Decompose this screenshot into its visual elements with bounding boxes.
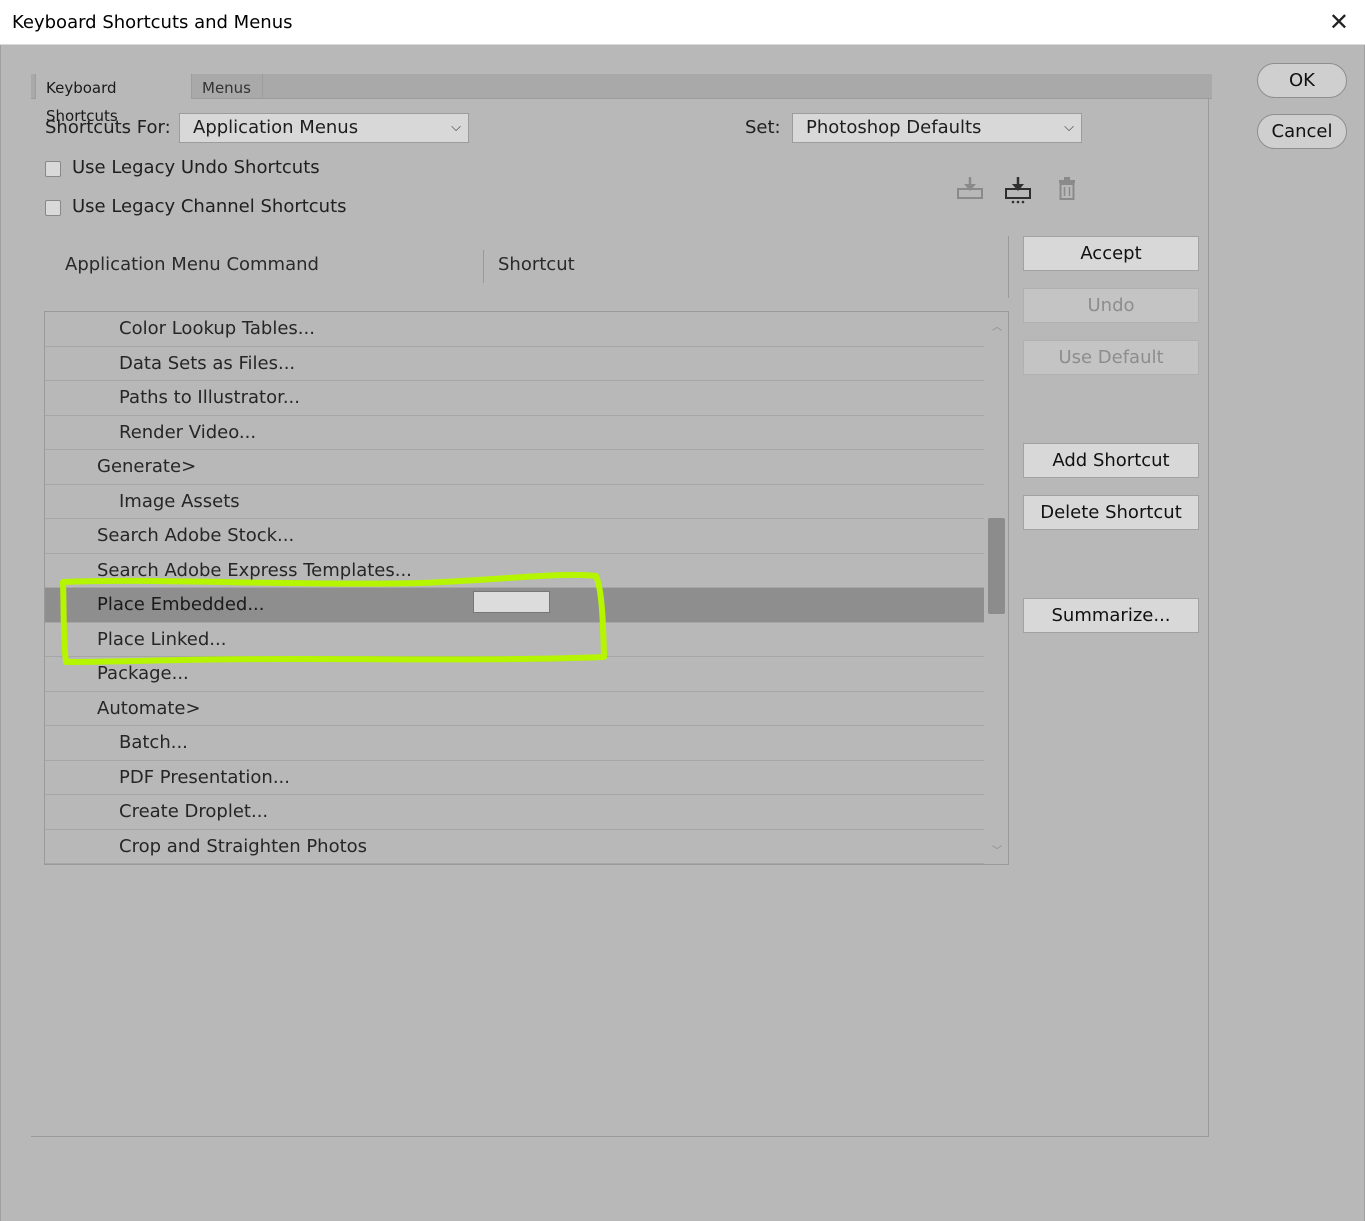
shortcuts-for-label: Shortcuts For: [45,117,171,138]
column-header-shortcut[interactable]: Shortcut [498,254,575,275]
list-scrollbar[interactable]: ︿ ﹀ [986,312,1008,864]
list-item[interactable]: Image Assets [45,485,984,519]
command-label: Place Linked... [97,628,227,650]
legacy-channel-checkbox[interactable] [45,200,61,216]
undo-button[interactable]: Undo [1023,288,1199,323]
list-item[interactable]: Data Sets as Files... [45,347,984,381]
command-label: Create Droplet... [119,801,269,822]
column-separator [483,250,484,283]
command-label: PDF Presentation... [119,766,290,788]
list-item[interactable]: Package... [45,657,984,692]
shortcuts-for-value: Application Menus [193,117,359,138]
legacy-channel-label: Use Legacy Channel Shortcuts [72,196,347,217]
add-shortcut-button[interactable]: Add Shortcut [1023,443,1199,478]
scroll-up-icon[interactable]: ︿ [990,318,1004,333]
command-label: Generate> [97,456,197,477]
shortcut-input[interactable] [473,591,550,613]
delete-shortcut-button[interactable]: Delete Shortcut [1023,495,1199,530]
shortcuts-for-select[interactable]: Application Menus ⌵ [179,113,469,143]
save-set-icon[interactable] [955,174,985,204]
command-label: Paths to Illustrator... [119,387,301,408]
command-list[interactable]: Color Lookup Tables... Data Sets as Files… [44,311,1009,865]
tab-menus[interactable]: Menus [192,74,263,99]
column-header-command[interactable]: Application Menu Command [65,254,319,275]
use-default-button[interactable]: Use Default [1023,340,1199,375]
list-item[interactable]: Create Droplet... [45,795,984,830]
set-value: Photoshop Defaults [806,117,982,138]
close-icon[interactable]: ✕ [1329,8,1349,36]
tab-keyboard-shortcuts[interactable]: Keyboard Shortcuts [35,74,192,125]
set-select[interactable]: Photoshop Defaults ⌵ [792,113,1082,143]
command-label: Automate> [97,697,201,719]
list-item[interactable]: Search Adobe Express Templates... [45,554,984,588]
list-item[interactable]: Place Embedded... [45,588,984,623]
list-item[interactable]: Render Video... [45,416,984,450]
list-item[interactable]: Search Adobe Stock... [45,519,984,554]
list-item[interactable]: Paths to Illustrator... [45,381,984,416]
chevron-down-icon: ⌵ [451,120,461,135]
command-label: Image Assets [119,490,240,512]
legacy-undo-checkbox[interactable] [45,161,61,177]
command-label: Color Lookup Tables... [119,318,315,339]
command-label: Package... [97,663,189,684]
command-label: Search Adobe Stock... [97,525,295,546]
command-label: Search Adobe Express Templates... [97,559,412,581]
list-item[interactable]: Batch... [45,726,984,761]
command-label: Place Embedded... [97,594,265,615]
cancel-button[interactable]: Cancel [1257,114,1347,149]
list-item[interactable]: Crop and Straighten Photos [45,830,984,864]
window-title: Keyboard Shortcuts and Menus [12,12,293,33]
command-label: Batch... [119,732,188,753]
list-item[interactable]: Automate> [45,692,984,726]
delete-set-icon[interactable] [1052,174,1082,204]
scroll-down-icon[interactable]: ﹀ [990,842,1004,857]
legacy-undo-label: Use Legacy Undo Shortcuts [72,157,320,178]
list-item[interactable]: PDF Presentation... [45,761,984,795]
list-item[interactable]: Color Lookup Tables... [45,312,984,347]
accept-button[interactable]: Accept [1023,236,1199,271]
list-item[interactable]: Generate> [45,450,984,485]
summarize-button[interactable]: Summarize... [1023,598,1199,633]
title-bar: Keyboard Shortcuts and Menus ✕ [0,0,1365,45]
save-set-as-icon[interactable] [1003,174,1033,204]
header-divider [1008,236,1009,298]
scroll-thumb[interactable] [988,518,1005,614]
command-label: Data Sets as Files... [119,352,296,374]
list-item[interactable]: Place Linked... [45,623,984,657]
chevron-down-icon: ⌵ [1064,120,1074,135]
ok-button[interactable]: OK [1257,63,1347,98]
command-label: Render Video... [119,421,257,443]
command-label: Crop and Straighten Photos [119,835,368,857]
set-label: Set: [745,117,781,138]
